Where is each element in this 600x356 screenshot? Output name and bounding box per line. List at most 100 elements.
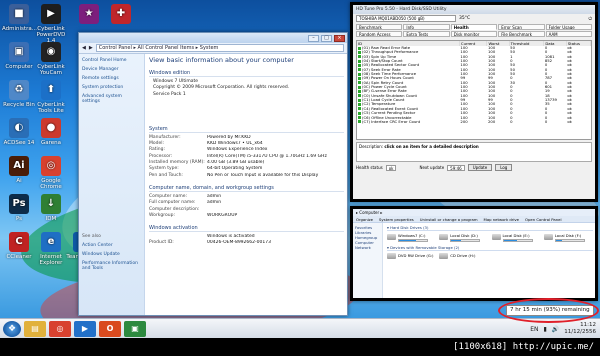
toolbar-button[interactable]: Map network drive	[484, 216, 519, 222]
office-taskbar-icon[interactable]: O	[99, 320, 121, 337]
tab-disk-monitor[interactable]: Disk monitor	[450, 31, 498, 37]
desktop-shortcut[interactable]: Ps Ps	[2, 194, 36, 222]
maximize-button[interactable]: □	[321, 34, 332, 42]
drive-item[interactable]: Local Disk (F:)	[543, 233, 593, 242]
battery-icon[interactable]: ▮	[544, 326, 547, 333]
drive-item[interactable]: Local Disk (D:)	[439, 233, 488, 242]
temperature-readout: 35°C	[459, 16, 471, 21]
back-icon[interactable]: ◀	[82, 45, 86, 51]
media-taskbar-icon[interactable]: ▶	[74, 320, 96, 337]
desktop-shortcut[interactable]: ◉ CyberLink YouCam	[34, 42, 68, 76]
acdsee-icon: ◐	[9, 118, 29, 138]
table-row[interactable]: (C7) Interface CRC Error Count 200 200 0 0 ok	[357, 119, 591, 124]
nav-item[interactable]: Network	[355, 245, 380, 250]
language-indicator[interactable]: EN	[530, 326, 538, 333]
status-ok-icon	[358, 85, 361, 89]
tab-extra-tests[interactable]: Extra Tests	[403, 31, 450, 37]
tab-health[interactable]: Health	[450, 24, 498, 30]
info-row: Pen and Touch: No Pen or Touch Input is a…	[149, 173, 344, 179]
toolbar-button[interactable]: System properties	[379, 216, 414, 222]
desktop-shortcut[interactable]: ▶ CyberLink PowerDVD 1.4	[34, 4, 68, 44]
see-also-action-center[interactable]: Action Center	[82, 243, 144, 248]
address-field[interactable]: Control Panel ▸ All Control Panel Items …	[95, 44, 344, 52]
drive-item[interactable]: Local Disk (E:)	[491, 233, 541, 242]
sidebar-link-remote[interactable]: Remote settings	[82, 76, 141, 81]
hard-disk-icon	[387, 234, 396, 241]
desktop-shortcut[interactable]: ● Garena	[34, 118, 68, 146]
edition-section-title: Windows edition	[149, 70, 344, 77]
removable-item[interactable]: CD Drive (H:)	[439, 252, 488, 259]
tab-folder-usage[interactable]: Folder Usage	[545, 24, 592, 30]
tab-info[interactable]: Info	[403, 24, 450, 30]
photoshop-icon: Ps	[9, 194, 29, 214]
log-button[interactable]: Log	[495, 164, 513, 171]
drive-info: Local Disk (E:)	[502, 233, 533, 242]
desktop-shortcut-label: Administra...	[2, 26, 37, 32]
see-also-performance[interactable]: Performance Information and Tools	[82, 261, 144, 271]
removable-list: DVD RW Drive (G:) CD Drive (H:)	[387, 252, 593, 259]
volume-icon[interactable]: 🔊	[552, 326, 559, 333]
sidebar-link-advanced[interactable]: Advanced system settings	[82, 94, 141, 104]
explorer-taskbar-icon[interactable]: ▤	[24, 320, 46, 337]
minimize-button[interactable]: –	[308, 34, 319, 42]
desktop-shortcut[interactable]: ✚	[104, 4, 138, 26]
sidebar-link-device-manager[interactable]: Device Manager	[82, 67, 141, 72]
desktop-shortcut[interactable]: ♻ Recycle Bin	[2, 80, 36, 108]
tab-error-scan[interactable]: Error Scan	[498, 24, 545, 30]
drive-label: Local Disk (D:)	[450, 233, 478, 238]
see-also: See also Action Center Windows Update Pe…	[82, 234, 144, 275]
exit-icon[interactable]: ⏻	[588, 16, 592, 22]
garena-icon: ●	[41, 118, 61, 138]
sidebar-link-protection[interactable]: System protection	[82, 85, 141, 90]
desktop-shortcut[interactable]: ★	[72, 4, 106, 26]
start-button[interactable]: ❖	[3, 320, 21, 337]
tab-random-access[interactable]: Random Access	[356, 31, 403, 37]
activation-section-title: Windows activation	[149, 225, 344, 233]
chrome-taskbar-icon[interactable]: ◎	[49, 320, 71, 337]
clock[interactable]: 11:12 11/12/2556	[564, 322, 596, 336]
tab-benchmark[interactable]: Benchmark	[356, 24, 403, 30]
desktop-shortcut[interactable]: e Internet Explorer	[34, 232, 68, 266]
desktop-shortcut[interactable]: ▣ Computer	[2, 42, 36, 70]
drive-label: Local Disk (E:)	[502, 233, 530, 238]
desktop-shortcut[interactable]: C CCleaner	[2, 232, 36, 260]
desktop-shortcut[interactable]: ■ Administra...	[2, 4, 37, 32]
desktop-shortcut[interactable]: ◎ Google Chrome	[34, 156, 68, 190]
computer-address-bar[interactable]: ▸ Computer ▸	[353, 209, 595, 216]
see-also-windows-update[interactable]: Windows Update	[82, 252, 144, 257]
drive-info: Local Disk (D:)	[450, 233, 481, 242]
drive-select[interactable]: TOSHIBA MQ01ABD050 (500 gB)	[356, 15, 456, 22]
desktop-shortcut[interactable]: Ai Ai	[2, 156, 36, 184]
navigation-pane: Favorites Libraries Homegroup Computer Netwo…	[353, 223, 383, 298]
powerdvd-icon: ▶	[41, 4, 61, 24]
info-value: No Pen or Touch Input is available for t…	[207, 172, 319, 178]
address-bar[interactable]: ◀ ▶ Control Panel ▸ All Control Panel It…	[79, 43, 347, 54]
tab-file-benchmark[interactable]: File Benchmark	[498, 31, 545, 37]
toolbar-button[interactable]: Open Control Panel	[525, 216, 562, 222]
drive-usage-bar	[450, 239, 481, 242]
forward-icon[interactable]: ▶	[89, 45, 93, 51]
hdtune-window[interactable]: HD Tune Pro 5.50 - Hard Disk/SSD Utility…	[350, 2, 598, 202]
drive-item[interactable]: Windows7 (C:)	[387, 233, 436, 242]
toolbar-button[interactable]: Organize	[356, 216, 373, 222]
desktop-shortcut[interactable]: ◐ ACDSee 14	[2, 118, 36, 146]
close-button[interactable]: ×	[334, 34, 345, 42]
update-button[interactable]: Update	[467, 164, 493, 171]
computer-window[interactable]: ▸ Computer ▸ Organize System properties Un…	[350, 206, 598, 301]
sidebar-link-home[interactable]: Control Panel Home	[82, 58, 141, 63]
recycle-bin-icon: ♻	[9, 80, 29, 100]
desktop-shortcut[interactable]: ↓ IDM	[34, 194, 68, 222]
system-window[interactable]: – □ × ◀ ▶ Control Panel ▸ All Control Pa…	[78, 32, 348, 316]
info-value: WORKGROUP	[207, 212, 238, 218]
title-bar[interactable]: – □ ×	[79, 33, 347, 43]
removable-item[interactable]: DVD RW Drive (G:)	[387, 252, 436, 259]
cyberlink-tools-icon: ⬆	[41, 80, 61, 100]
desktop-shortcut[interactable]: ⬆ CyberLink Tools Lite	[34, 80, 68, 114]
page-title: View basic information about your comput…	[149, 56, 294, 64]
status-ok-icon	[358, 76, 361, 80]
toolbar-button[interactable]: Uninstall or change a program	[420, 216, 478, 222]
desktop-shortcut-label: Garena	[40, 140, 61, 146]
monitor-taskbar-icon[interactable]: ▣	[124, 320, 146, 337]
drive-usage-bar	[554, 239, 585, 242]
tab-aam[interactable]: AAM	[545, 31, 592, 37]
